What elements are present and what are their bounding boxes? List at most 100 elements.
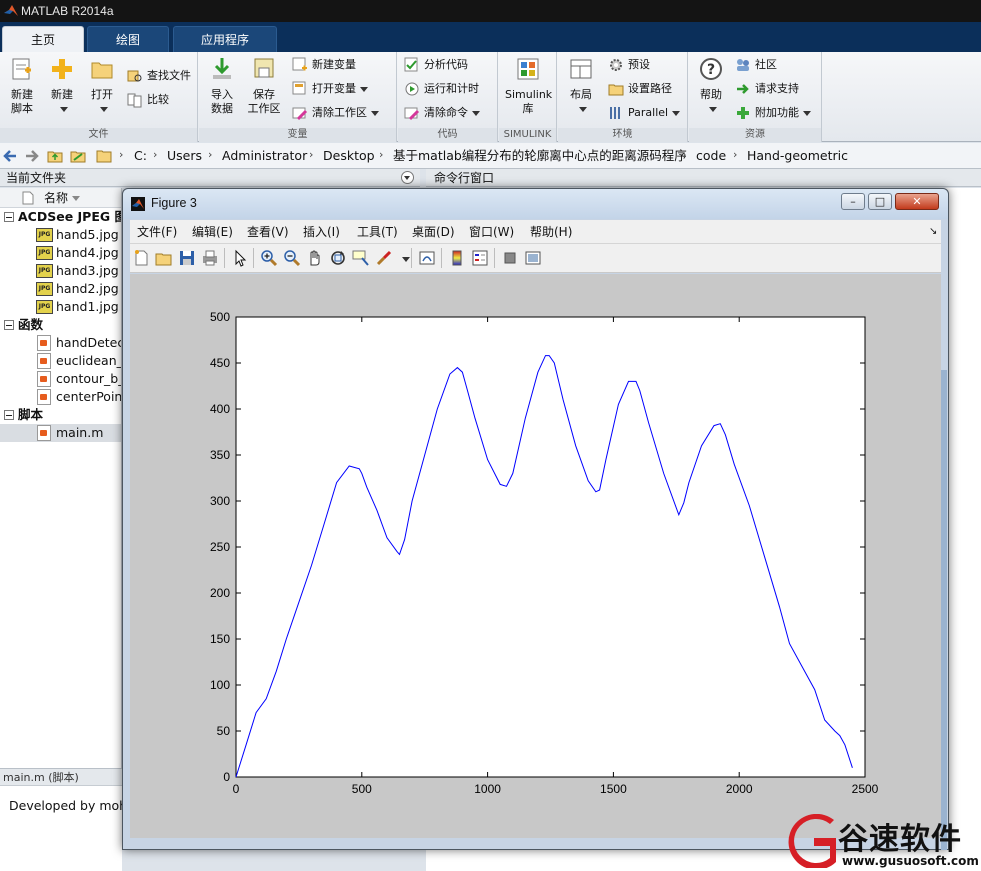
- collapse-toggle-icon[interactable]: [4, 212, 14, 222]
- list-item-selected[interactable]: main.m: [0, 424, 121, 442]
- scrollbar[interactable]: [941, 370, 947, 850]
- forward-arrow-icon[interactable]: [24, 148, 40, 164]
- menu-view[interactable]: 查看(V): [247, 224, 289, 240]
- menu-file[interactable]: 文件(F): [137, 224, 177, 240]
- jpg-file-icon: JPG: [36, 228, 53, 242]
- close-button[interactable]: ✕: [895, 193, 939, 210]
- compare-button[interactable]: 比较: [127, 90, 169, 110]
- breadcrumb-code[interactable]: code: [696, 148, 726, 164]
- group-row-scripts[interactable]: 脚本: [0, 406, 121, 424]
- panel-actions-button[interactable]: [401, 171, 414, 184]
- tab-apps[interactable]: 应用程序: [173, 26, 277, 52]
- simulink-library-button[interactable]: Simulink 库: [505, 56, 552, 116]
- open-file-icon[interactable]: [155, 249, 173, 267]
- tab-home[interactable]: 主页: [2, 26, 84, 52]
- dock-arrow-icon[interactable]: ↘: [929, 224, 937, 240]
- breadcrumb-c[interactable]: C:: [134, 148, 147, 164]
- code-group: 分析代码 运行和计时 清除命令 代码: [398, 52, 498, 142]
- group-row-jpeg[interactable]: ACDSee JPEG 图像: [0, 208, 121, 226]
- menu-desktop[interactable]: 桌面(D): [412, 224, 455, 240]
- help-button[interactable]: ? 帮助: [691, 56, 731, 116]
- preferences-button[interactable]: 预设: [608, 55, 650, 75]
- figure-canvas[interactable]: 0 500 1000 1500 2000 2500 0 50 100 150 200 250 300 35…: [130, 274, 941, 838]
- new-label: 新建: [51, 88, 73, 101]
- list-item[interactable]: JPG hand5.jpg: [0, 226, 121, 244]
- breadcrumb-project[interactable]: 基于matlab编程分布的轮廓离中心点的距离源码程序: [393, 148, 687, 164]
- zoom-in-icon[interactable]: [260, 249, 278, 267]
- list-item[interactable]: JPG hand3.jpg: [0, 262, 121, 280]
- data-cursor-icon[interactable]: [352, 249, 370, 267]
- breadcrumb-desktop[interactable]: Desktop: [323, 148, 375, 164]
- list-item[interactable]: JPG hand2.jpg: [0, 280, 121, 298]
- zoom-out-icon[interactable]: [283, 249, 301, 267]
- axes-area[interactable]: [235, 316, 866, 778]
- breadcrumb-users[interactable]: Users: [167, 148, 202, 164]
- x-tick-label: 1000: [474, 782, 501, 796]
- new-variable-button[interactable]: 新建变量: [292, 55, 356, 75]
- sort-down-icon: [72, 196, 81, 201]
- menu-help[interactable]: 帮助(H): [530, 224, 572, 240]
- parallel-button[interactable]: Parallel: [608, 103, 681, 123]
- menu-insert[interactable]: 插入(I): [303, 224, 340, 240]
- set-path-button[interactable]: 设置路径: [608, 79, 672, 99]
- layout-button[interactable]: 布局: [561, 56, 601, 116]
- path-separator: ›: [379, 148, 384, 161]
- list-item[interactable]: centerPoint: [0, 388, 121, 406]
- new-button[interactable]: 新建: [42, 56, 82, 116]
- up-folder-icon[interactable]: [47, 148, 63, 164]
- analyze-code-button[interactable]: 分析代码: [404, 55, 468, 75]
- maximize-button[interactable]: □: [868, 193, 892, 210]
- pan-icon[interactable]: [306, 249, 324, 267]
- new-script-button[interactable]: 新建 脚本: [2, 56, 42, 116]
- show-plot-tools-icon[interactable]: [524, 249, 542, 267]
- x-tick-label: 1500: [600, 782, 627, 796]
- list-item[interactable]: JPG hand4.jpg: [0, 244, 121, 262]
- colorbar-icon[interactable]: [448, 249, 466, 267]
- chevron-down-icon[interactable]: [402, 257, 410, 262]
- brush-icon[interactable]: [375, 249, 393, 267]
- group-row-functions[interactable]: 函数: [0, 316, 121, 334]
- watermark: 谷速软件 www.gusuosoft.com: [786, 812, 981, 871]
- list-item[interactable]: euclidean_d: [0, 352, 121, 370]
- clear-commands-button[interactable]: 清除命令: [404, 103, 480, 123]
- request-support-label: 请求支持: [755, 82, 799, 95]
- breadcrumb-hand-geometric[interactable]: Hand-geometric: [747, 148, 848, 164]
- open-variable-button[interactable]: 打开变量: [292, 79, 368, 99]
- back-arrow-icon[interactable]: [2, 148, 18, 164]
- find-files-button[interactable]: 查找文件: [127, 66, 191, 86]
- new-figure-icon[interactable]: [133, 249, 151, 267]
- tab-plots[interactable]: 绘图: [87, 26, 169, 52]
- list-item[interactable]: contour_b_f: [0, 370, 121, 388]
- menu-tools[interactable]: 工具(T): [357, 224, 398, 240]
- pointer-icon[interactable]: [231, 249, 249, 267]
- community-button[interactable]: 社区: [735, 55, 777, 75]
- save-workspace-button[interactable]: 保存 工作区: [244, 56, 284, 116]
- collapse-toggle-icon[interactable]: [4, 320, 14, 330]
- close-icon: ✕: [912, 195, 922, 208]
- import-data-button[interactable]: 导入 数据: [202, 56, 242, 116]
- figure-title-bar[interactable]: Figure 3 – □ ✕: [123, 189, 948, 219]
- add-ons-button[interactable]: 附加功能: [735, 103, 811, 123]
- maximize-icon: □: [874, 195, 886, 208]
- minimize-button[interactable]: –: [841, 193, 865, 210]
- clear-workspace-button[interactable]: 清除工作区: [292, 103, 379, 123]
- open-button[interactable]: 打开: [82, 56, 122, 116]
- browse-folder-icon[interactable]: [70, 148, 86, 164]
- breadcrumb-administrator[interactable]: Administrator: [222, 148, 307, 164]
- menu-window[interactable]: 窗口(W): [469, 224, 514, 240]
- menu-edit[interactable]: 编辑(E): [192, 224, 233, 240]
- rotate-icon[interactable]: [329, 249, 347, 267]
- name-column-header[interactable]: 名称: [0, 188, 121, 208]
- run-and-time-icon: [405, 82, 419, 96]
- request-support-button[interactable]: 请求支持: [735, 79, 799, 99]
- link-icon[interactable]: [418, 249, 436, 267]
- list-item[interactable]: JPG hand1.jpg: [0, 298, 121, 316]
- hide-plot-tools-icon[interactable]: [501, 249, 519, 267]
- legend-icon[interactable]: [471, 249, 489, 267]
- print-icon[interactable]: [201, 249, 219, 267]
- save-icon[interactable]: [178, 249, 196, 267]
- collapse-toggle-icon[interactable]: [4, 410, 14, 420]
- run-and-time-button[interactable]: 运行和计时: [404, 79, 479, 99]
- list-item[interactable]: handDetect: [0, 334, 121, 352]
- file-browser: 名称 ACDSee JPEG 图像 JPGhand5.jpg JPGhand4.…: [0, 188, 122, 768]
